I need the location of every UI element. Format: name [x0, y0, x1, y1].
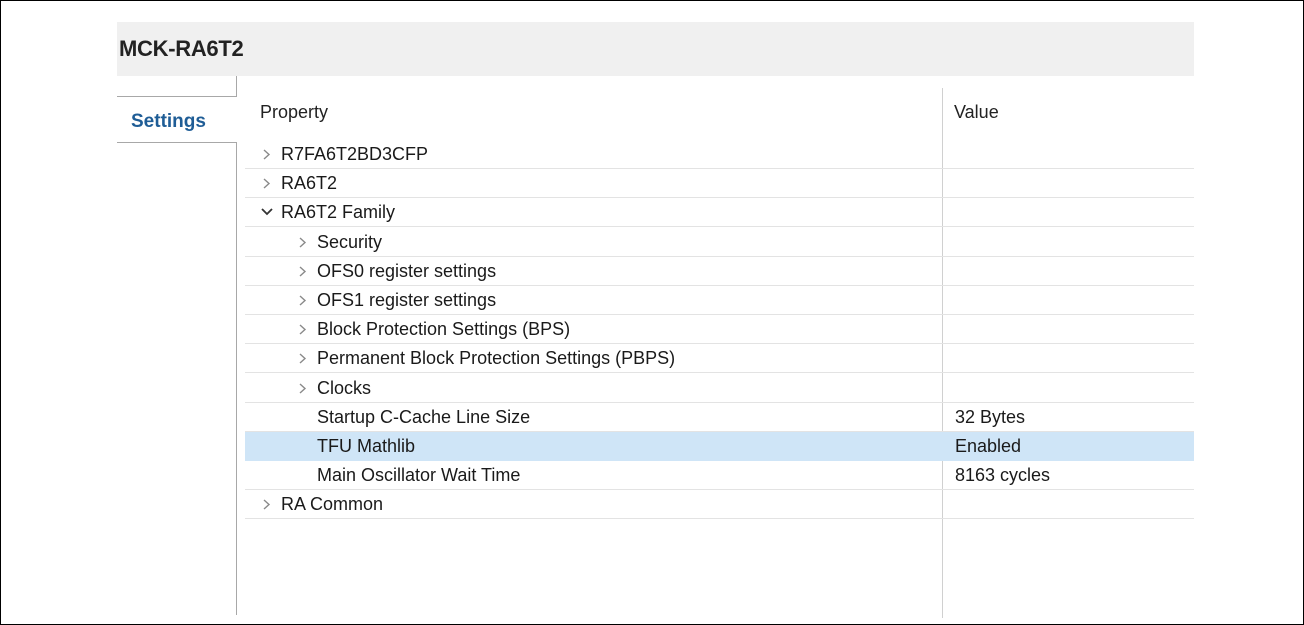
tab-column-divider: [236, 76, 237, 615]
table-row[interactable]: TFU Mathlib Enabled: [245, 432, 1194, 461]
property-label: Permanent Block Protection Settings (PBP…: [317, 348, 676, 369]
property-label: Main Oscillator Wait Time: [317, 465, 521, 486]
table-row[interactable]: RA6T2: [245, 169, 1194, 199]
column-header-property[interactable]: Property: [260, 102, 328, 123]
table-row[interactable]: Startup C-Cache Line Size 32 Bytes: [245, 403, 1194, 432]
chevron-right-icon[interactable]: [260, 175, 274, 191]
table-row[interactable]: Permanent Block Protection Settings (PBP…: [245, 344, 1194, 374]
property-label: OFS0 register settings: [317, 260, 497, 281]
property-value[interactable]: Enabled: [955, 436, 1021, 457]
chevron-right-icon[interactable]: [260, 146, 274, 162]
table-row[interactable]: OFS0 register settings: [245, 257, 1194, 286]
table-row[interactable]: Main Oscillator Wait Time 8163 cycles: [245, 461, 1194, 491]
chevron-right-icon[interactable]: [296, 321, 310, 337]
table-row[interactable]: Security: [245, 228, 1194, 257]
table-row[interactable]: Block Protection Settings (BPS): [245, 315, 1194, 345]
table-row[interactable]: RA6T2 Family: [245, 198, 1194, 228]
column-header-value[interactable]: Value: [954, 102, 999, 123]
tab-settings[interactable]: Settings: [117, 96, 236, 143]
property-label: Clocks: [317, 377, 372, 398]
table-row[interactable]: OFS1 register settings: [245, 286, 1194, 315]
property-label: Security: [317, 231, 383, 252]
table-row[interactable]: Clocks: [245, 374, 1194, 403]
property-label: R7FA6T2BD3CFP: [281, 144, 429, 164]
chevron-right-icon[interactable]: [296, 380, 310, 396]
table-row[interactable]: R7FA6T2BD3CFP: [245, 140, 1194, 169]
chevron-right-icon[interactable]: [260, 496, 274, 512]
property-label: OFS1 register settings: [317, 290, 497, 310]
table-row[interactable]: RA Common: [245, 490, 1194, 520]
property-label: RA6T2: [281, 173, 338, 194]
properties-table: Property Value R7FA6T2BD3CFP RA6T2 RA6T2 F…: [245, 88, 1194, 618]
page-title: MCK-RA6T2: [119, 36, 244, 61]
property-label: RA Common: [281, 494, 384, 515]
chevron-down-icon[interactable]: [260, 204, 274, 220]
chevron-right-icon[interactable]: [296, 292, 310, 308]
property-label: RA6T2 Family: [281, 202, 396, 223]
chevron-right-icon[interactable]: [296, 234, 310, 250]
property-value[interactable]: 8163 cycles: [955, 465, 1050, 486]
property-label: TFU Mathlib: [317, 436, 416, 456]
property-label: Startup C-Cache Line Size: [317, 406, 531, 427]
editor-title-bar: MCK-RA6T2: [117, 22, 1194, 76]
property-value[interactable]: 32 Bytes: [955, 407, 1025, 428]
tab-settings-label: Settings: [131, 111, 206, 132]
chevron-right-icon[interactable]: [296, 350, 310, 366]
property-label: Block Protection Settings (BPS): [317, 319, 571, 340]
tab-join: [236, 97, 237, 142]
chevron-right-icon[interactable]: [296, 263, 310, 279]
